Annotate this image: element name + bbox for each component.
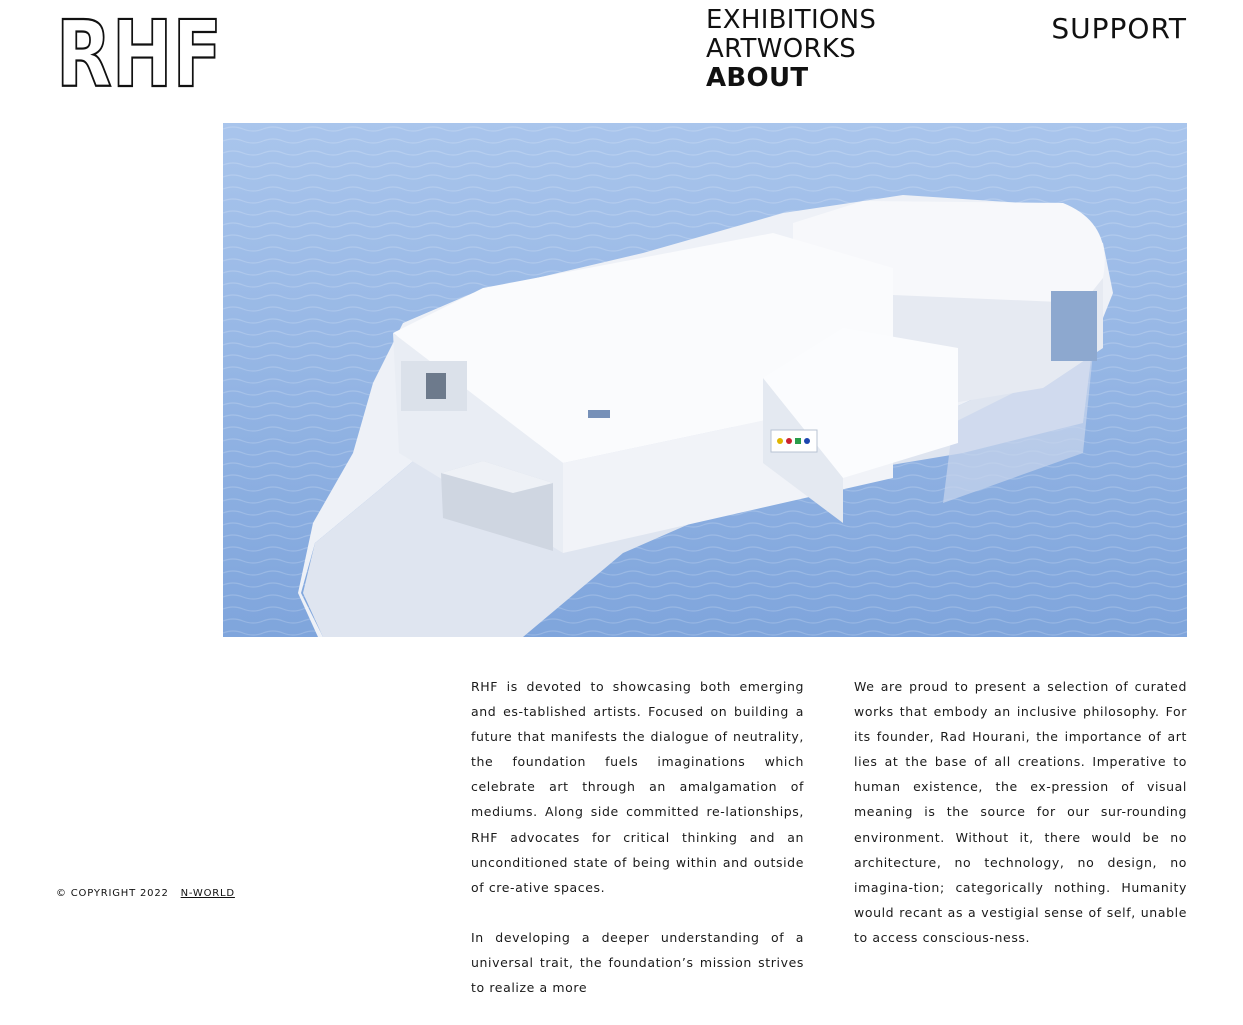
logo-text: RHF — [56, 14, 222, 90]
about-text-right: We are proud to present a selection of c… — [854, 674, 1187, 975]
nav-item-exhibitions[interactable]: EXHIBITIONS — [706, 6, 876, 35]
support-link[interactable]: SUPPORT — [1051, 12, 1187, 45]
main-nav: EXHIBITIONS ARTWORKS ABOUT — [706, 6, 876, 93]
about-paragraph: We are proud to present a selection of c… — [854, 679, 1187, 945]
nav-item-about[interactable]: ABOUT — [706, 64, 876, 93]
copyright-text: © COPYRIGHT 2022 — [56, 888, 169, 899]
hero-image — [223, 123, 1187, 637]
about-paragraph: In developing a deeper understanding of … — [471, 929, 804, 996]
about-paragraph: RHF is devoted to showcasing both emergi… — [471, 679, 804, 895]
rhf-logo[interactable]: RHF — [56, 14, 224, 90]
footer: © COPYRIGHT 2022 N-WORLD — [56, 888, 235, 899]
nav-item-artworks[interactable]: ARTWORKS — [706, 35, 876, 64]
n-world-link[interactable]: N-WORLD — [181, 888, 235, 899]
about-text-left: RHF is devoted to showcasing both emergi… — [471, 674, 804, 1025]
